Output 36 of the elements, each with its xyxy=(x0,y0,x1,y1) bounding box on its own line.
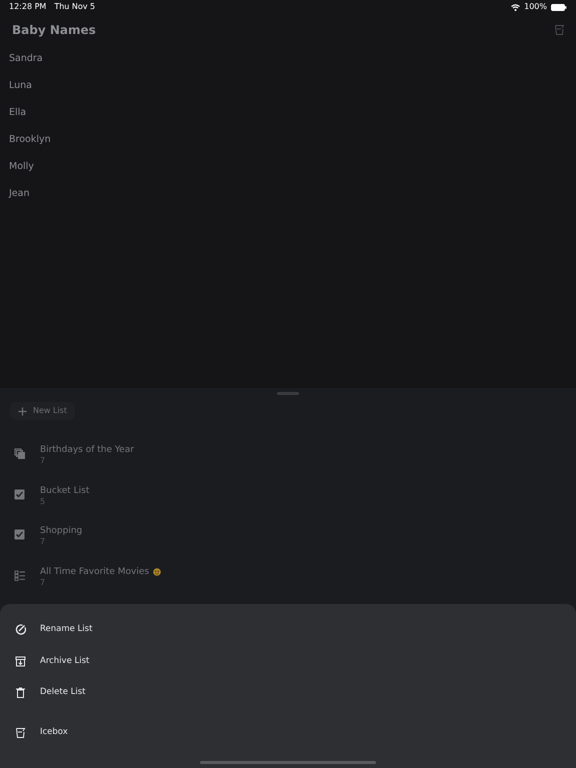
name-item: Sandra xyxy=(8,52,44,66)
name-item: Jean xyxy=(8,187,30,201)
stack-icon xyxy=(14,448,26,460)
trash-icon xyxy=(14,687,26,698)
status-date: Thu Nov 5 xyxy=(54,1,96,13)
list-name[interactable]: Bucket List xyxy=(40,484,90,496)
list-name[interactable]: All Time Favorite Movies xyxy=(40,566,150,578)
drag-handle[interactable] xyxy=(277,392,299,395)
list-title: Baby Names xyxy=(12,22,96,38)
name-item: Brooklyn xyxy=(8,133,52,147)
name-item: Luna xyxy=(8,79,33,93)
battery-icon xyxy=(551,4,567,10)
new-list-button[interactable]: New List xyxy=(10,402,75,420)
battery-percent: 100% xyxy=(524,1,547,13)
name-item: Ella xyxy=(8,106,28,120)
checkbox-icon xyxy=(14,529,26,541)
list-name[interactable]: Shopping xyxy=(40,525,82,537)
wifi-icon xyxy=(511,4,520,10)
icebox-icon xyxy=(14,726,26,738)
item-count: 7 xyxy=(40,537,46,547)
item-count: 5 xyxy=(40,496,46,506)
plus-icon xyxy=(18,406,27,416)
archive-icon xyxy=(14,656,26,667)
menu-item[interactable]: Rename List xyxy=(0,614,576,646)
menu-item[interactable]: Icebox xyxy=(0,716,576,748)
menu-item[interactable]: Delete List xyxy=(0,677,576,708)
item-count: 7 xyxy=(40,578,46,588)
icebox-icon xyxy=(554,24,565,36)
menu-item[interactable]: Archive List xyxy=(0,646,576,677)
checklist-icon xyxy=(14,570,26,582)
item-count: 7 xyxy=(40,456,46,466)
name-item: Molly xyxy=(8,160,35,174)
status-time: 12:28 PM xyxy=(9,1,46,13)
checkbox-icon xyxy=(14,488,26,500)
rename-icon xyxy=(14,624,26,636)
list-name[interactable]: Birthdays of the Year xyxy=(40,444,134,456)
